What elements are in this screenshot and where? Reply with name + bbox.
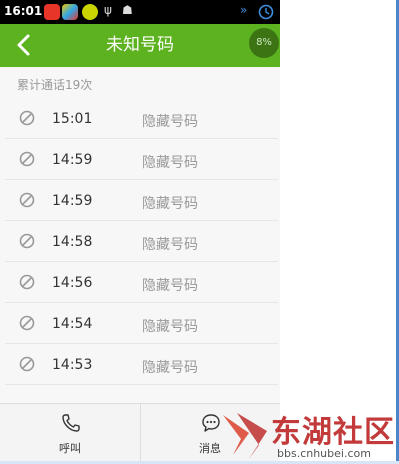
blocked-icon bbox=[19, 110, 35, 126]
call-time: 14:54 bbox=[52, 316, 93, 332]
status-time: 16:01 bbox=[4, 4, 43, 18]
caller-name: 隐藏号码 bbox=[142, 319, 198, 335]
caller-name: 隐藏号码 bbox=[142, 155, 198, 171]
app-yellow-icon bbox=[82, 4, 98, 20]
call-time: 14:58 bbox=[52, 234, 93, 250]
app-header: 未知号码 8% bbox=[0, 24, 280, 67]
blocked-icon bbox=[19, 151, 35, 167]
double-arrow-icon: » bbox=[240, 3, 248, 17]
call-label: 呼叫 bbox=[59, 442, 81, 455]
page-title: 未知号码 bbox=[106, 35, 174, 55]
call-button[interactable]: 呼叫 bbox=[0, 404, 140, 464]
call-time: 15:01 bbox=[52, 111, 93, 127]
call-row[interactable]: 15:01 隐藏号码 bbox=[5, 98, 278, 139]
blocked-icon bbox=[19, 274, 35, 290]
caller-name: 隐藏号码 bbox=[142, 278, 198, 294]
blocked-icon bbox=[19, 233, 35, 249]
call-row[interactable]: 14:53 隐藏号码 bbox=[5, 344, 278, 385]
call-row[interactable]: 14:54 隐藏号码 bbox=[5, 303, 278, 344]
caller-name: 隐藏号码 bbox=[142, 114, 198, 130]
phone-screen: 16:01 ψ ☗ » 未知号码 8% 累计通话19次 15:01 隐藏号码 14:… bbox=[0, 0, 280, 464]
clock-icon bbox=[258, 4, 274, 20]
call-time: 14:53 bbox=[52, 357, 93, 373]
call-row[interactable]: 14:59 隐藏号码 bbox=[5, 180, 278, 221]
call-row[interactable]: 14:59 隐藏号码 bbox=[5, 139, 278, 180]
app-colorful-icon bbox=[62, 4, 78, 20]
watermark-logo-icon bbox=[223, 413, 267, 459]
call-list: 15:01 隐藏号码 14:59 隐藏号码 14:59 隐藏号码 14:58 隐藏号码 14:5… bbox=[5, 98, 278, 385]
call-count-summary: 累计通话19次 bbox=[17, 78, 93, 92]
blocked-icon bbox=[19, 192, 35, 208]
back-icon[interactable] bbox=[12, 31, 36, 59]
call-row[interactable]: 14:56 隐藏号码 bbox=[5, 262, 278, 303]
call-time: 14:59 bbox=[52, 193, 93, 209]
blocked-icon bbox=[19, 315, 35, 331]
watermark: 东湖社区 bbs.cnhubei.com bbox=[215, 403, 399, 464]
watermark-url: bbs.cnhubei.com bbox=[277, 447, 371, 460]
call-time: 14:56 bbox=[52, 275, 93, 291]
call-time: 14:59 bbox=[52, 152, 93, 168]
blocked-icon bbox=[19, 356, 35, 372]
android-icon: ☗ bbox=[122, 3, 133, 17]
phone-icon bbox=[62, 414, 80, 432]
caller-name: 隐藏号码 bbox=[142, 360, 198, 376]
usb-icon: ψ bbox=[104, 3, 112, 17]
status-bar: 16:01 ψ ☗ » bbox=[0, 0, 280, 24]
watermark-text: 东湖社区 bbox=[271, 415, 395, 450]
app-red-icon bbox=[44, 4, 60, 20]
caller-name: 隐藏号码 bbox=[142, 237, 198, 253]
progress-badge[interactable]: 8% bbox=[249, 28, 279, 58]
caller-name: 隐藏号码 bbox=[142, 196, 198, 212]
call-row[interactable]: 14:58 隐藏号码 bbox=[5, 221, 278, 262]
